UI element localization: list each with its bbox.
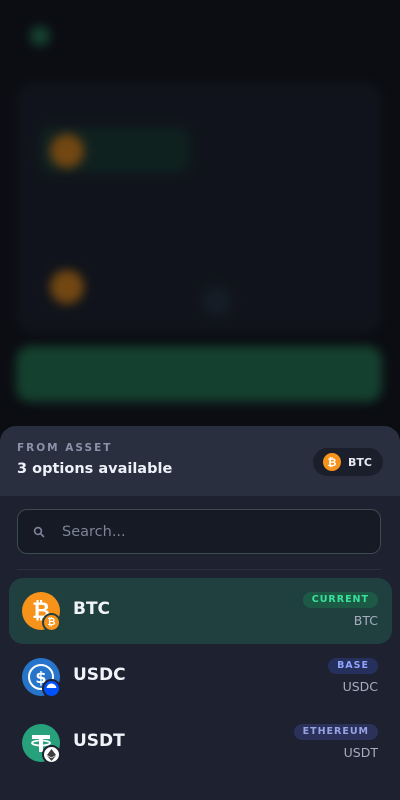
swap-arrow-icon [202,286,232,316]
asset-row-usdt[interactable]: USDT ETHEREUM USDT [9,710,392,776]
network-badge: ETHEREUM [293,724,378,740]
background-app [0,0,400,430]
from-asset-label: FROM ASSET [17,442,113,454]
asset-symbol: USDC [73,665,126,685]
bitcoin-icon: ₿ [323,453,342,471]
asset-subtitle: USDC [342,679,378,694]
search-field[interactable] [17,509,381,554]
ethereum-network-icon [42,745,61,764]
background-header [0,18,400,52]
asset-symbol: BTC [73,599,111,619]
bitcoin-network-icon: ₿ [42,613,61,632]
asset-row-usdc[interactable]: $ USDC BASE USDC [9,644,392,710]
asset-subtitle: USDT [343,745,378,760]
bitcoin-icon [50,134,84,168]
bitcoin-icon [50,270,84,304]
selected-asset-pill[interactable]: ₿ BTC [313,448,383,476]
search-input[interactable] [60,522,380,541]
selected-asset-symbol: BTC [348,455,372,469]
back-icon [30,26,50,46]
background-swap-card [16,82,382,334]
sheet-header: FROM ASSET 3 options available ₿ BTC [0,426,400,496]
asset-picker-sheet: FROM ASSET 3 options available ₿ BTC ₿ ₿… [0,426,400,800]
current-badge: CURRENT [302,592,378,608]
background-primary-button [16,346,382,402]
background-to-chip [40,263,190,309]
base-network-icon [42,679,61,698]
background-from-chip [40,127,190,173]
options-count: 3 options available [17,461,173,477]
divider [17,569,381,570]
asset-subtitle: BTC [353,613,378,628]
asset-symbol: USDT [73,731,125,751]
network-badge: BASE [328,658,378,674]
asset-row-btc[interactable]: ₿ ₿ BTC CURRENT BTC [9,578,392,644]
search-icon [32,525,46,539]
